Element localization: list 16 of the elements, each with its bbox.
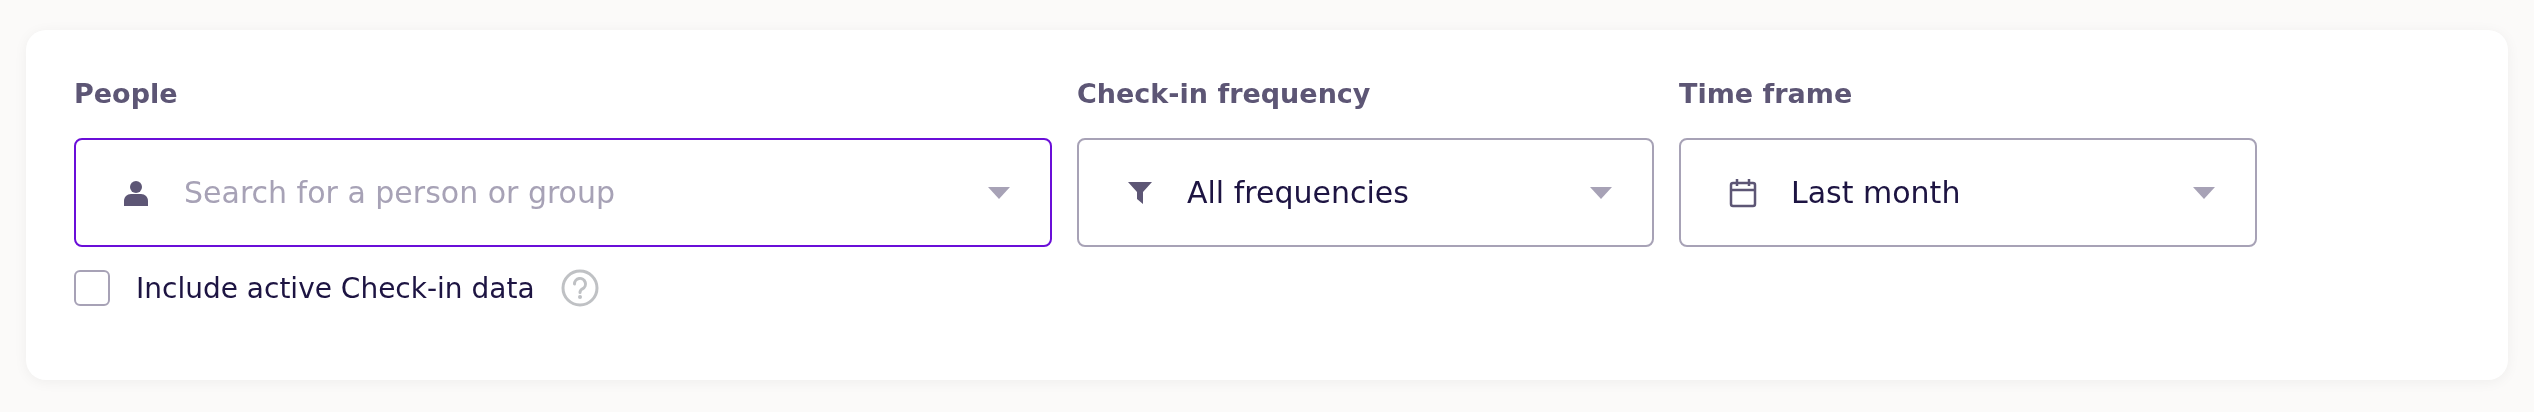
calendar-icon xyxy=(1729,177,1757,208)
dropdown[interactable]: All frequencies xyxy=(1077,138,1654,247)
help-icon[interactable] xyxy=(560,269,599,307)
person-icon xyxy=(124,179,148,206)
field-label: Time frame xyxy=(1679,77,1854,111)
filter-icon xyxy=(1127,179,1153,206)
checkbox-label: Include active Check-in data xyxy=(136,271,535,305)
checkbox[interactable] xyxy=(74,270,110,306)
dropdown[interactable]: Last month xyxy=(1679,138,2257,247)
caret-icon xyxy=(988,186,1010,199)
search-dropdown[interactable]: Search for a person or group xyxy=(74,138,1052,247)
field-label: Check-in frequency xyxy=(1077,77,1372,111)
search-input[interactable]: Search for a person or group xyxy=(182,174,954,211)
caret-icon xyxy=(1590,186,1612,199)
field-label: People xyxy=(74,77,179,111)
caret-icon xyxy=(2193,186,2215,199)
